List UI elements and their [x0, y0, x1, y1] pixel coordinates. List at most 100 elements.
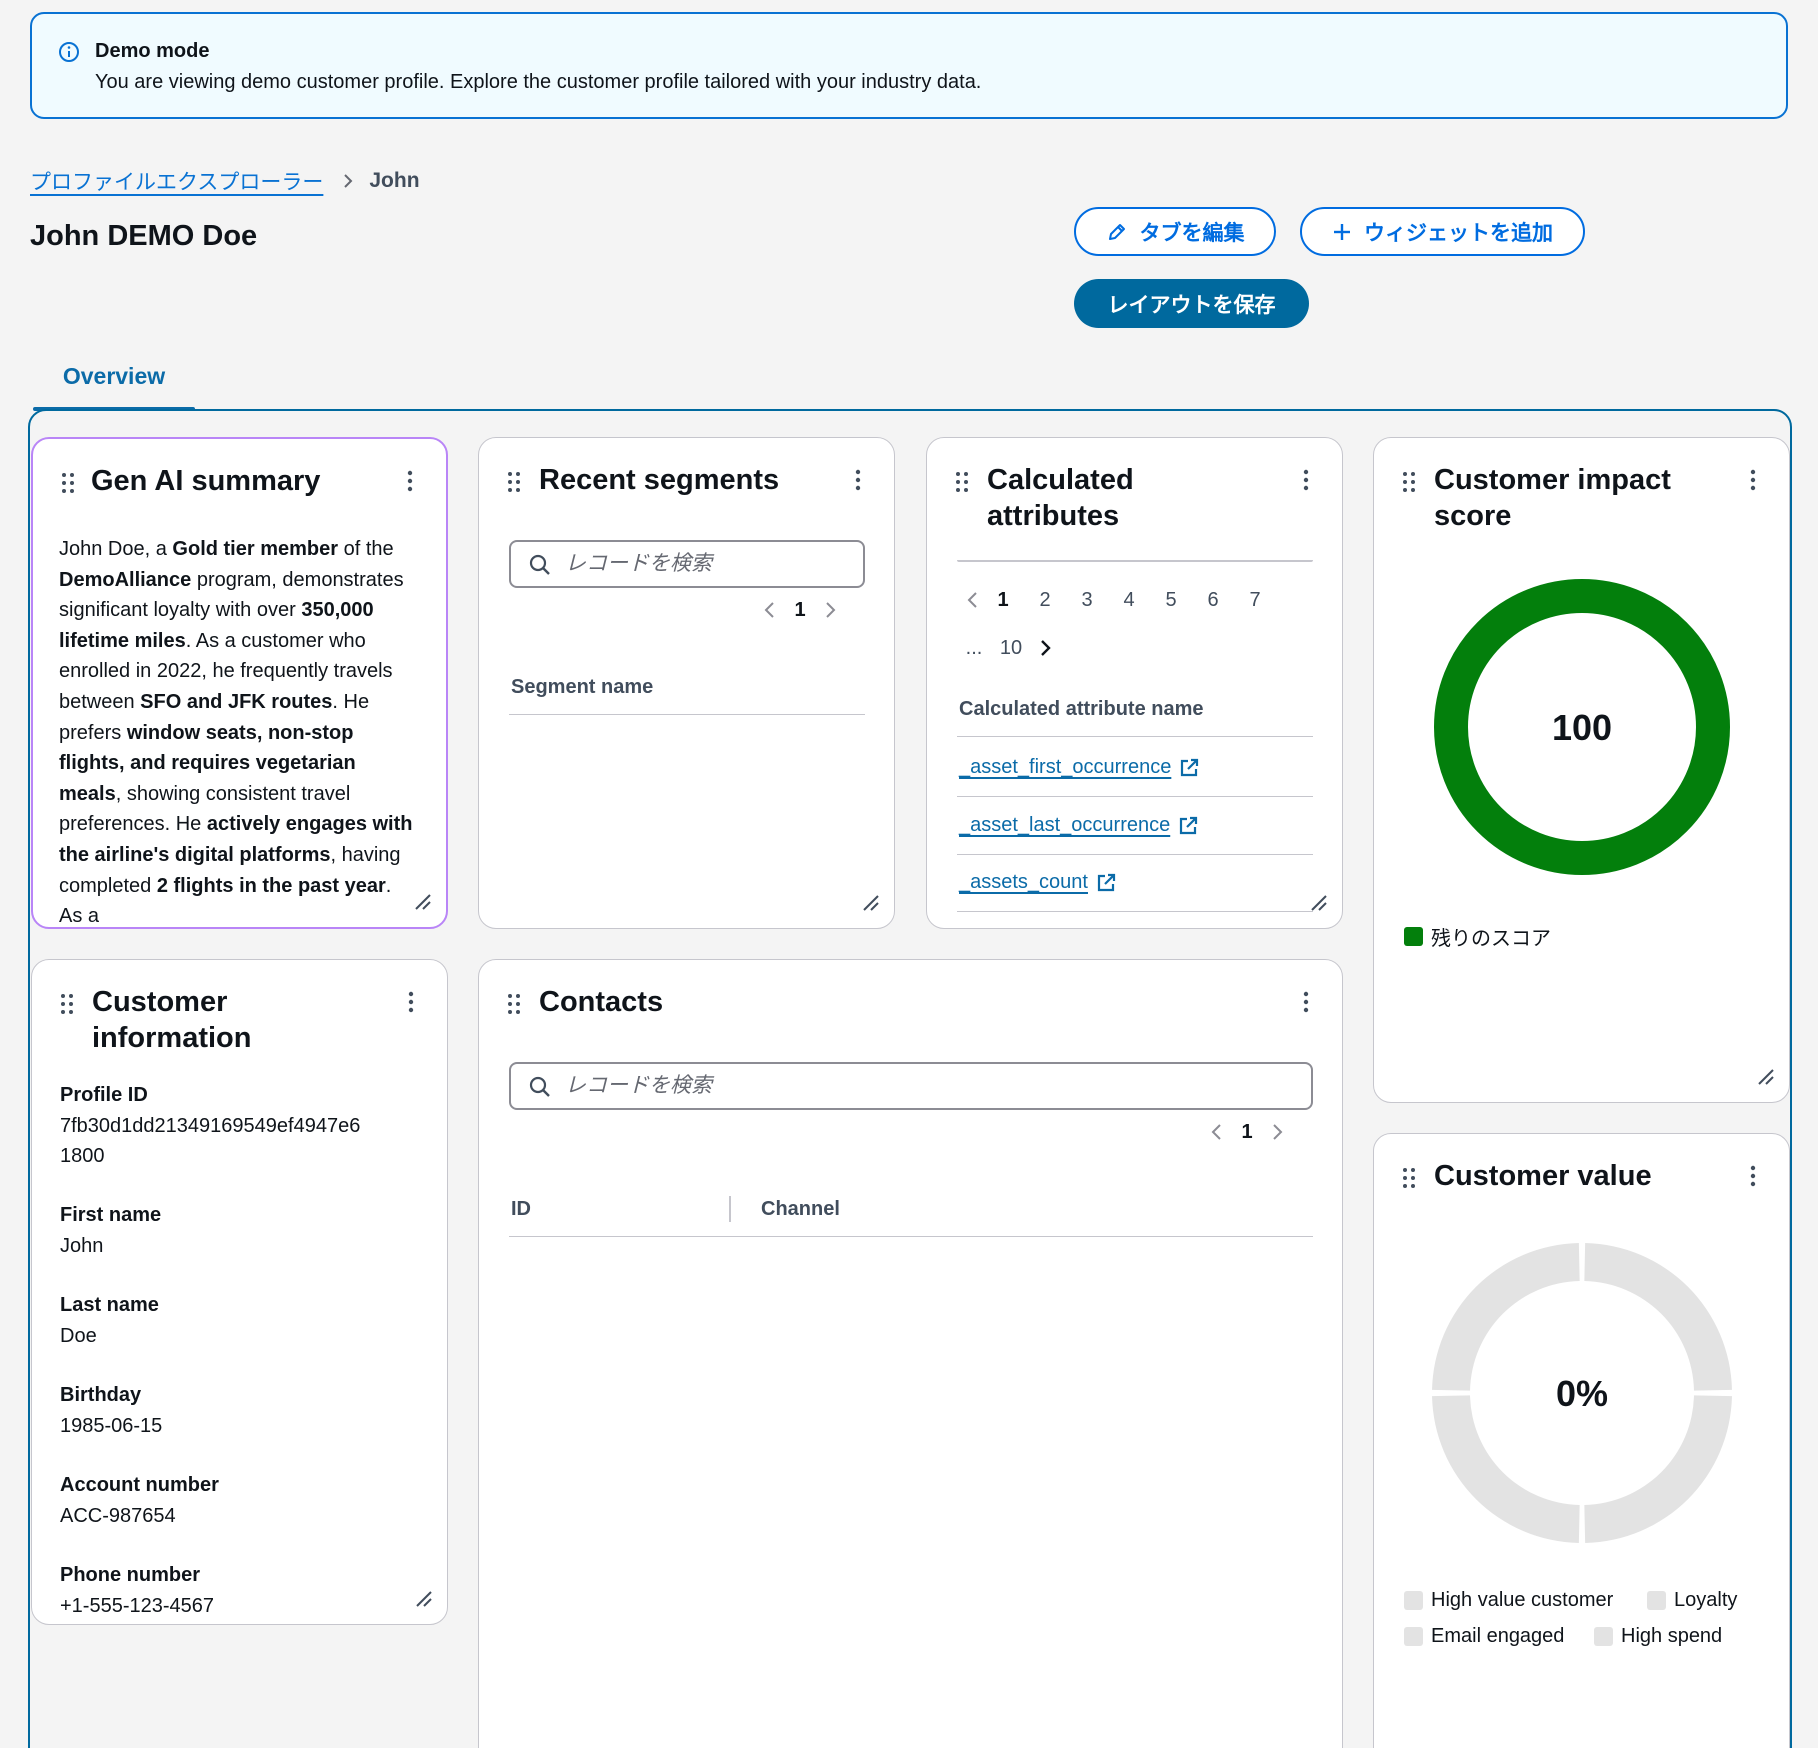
- chevron-left-icon[interactable]: [962, 588, 982, 612]
- page-number[interactable]: 6: [1192, 589, 1234, 612]
- page-number[interactable]: 4: [1108, 589, 1150, 612]
- legend-label: High value customer: [1431, 1589, 1614, 1611]
- page-number[interactable]: 2: [1024, 589, 1066, 612]
- banner-text: You are viewing demo customer profile. E…: [95, 71, 982, 93]
- column-header-id[interactable]: ID: [511, 1198, 531, 1221]
- drag-handle-icon[interactable]: [60, 993, 74, 1015]
- divider: [957, 736, 1313, 737]
- resize-handle-icon[interactable]: [1757, 1068, 1775, 1086]
- field-label: Profile ID: [60, 1084, 148, 1106]
- page-number[interactable]: 3: [1066, 589, 1108, 612]
- field-value: ACC-987654: [60, 1505, 176, 1527]
- tab-overview[interactable]: Overview: [33, 363, 195, 411]
- drag-handle-icon[interactable]: [507, 993, 521, 1015]
- column-header-segment-name[interactable]: Segment name: [511, 676, 653, 699]
- more-actions-icon[interactable]: [1303, 469, 1309, 491]
- page-number[interactable]: 1: [982, 589, 1024, 612]
- donut-segment: [1432, 1243, 1580, 1391]
- chevron-left-icon[interactable]: [1206, 1120, 1226, 1144]
- breadcrumb-profile-explorer[interactable]: プロファイルエクスプローラー: [30, 166, 323, 196]
- column-divider: [729, 1196, 731, 1222]
- chevron-left-icon[interactable]: [759, 598, 779, 622]
- page-number[interactable]: 7: [1234, 589, 1276, 612]
- more-actions-icon[interactable]: [1750, 469, 1756, 491]
- info-circle-icon: [59, 42, 79, 62]
- legend-label: High spend: [1621, 1625, 1723, 1647]
- customer-value-donut: 0%: [1432, 1243, 1732, 1543]
- field-value: +1-555-123-4567: [60, 1595, 215, 1617]
- column-header-attribute-name[interactable]: Calculated attribute name: [959, 698, 1204, 721]
- contacts-widget: Contacts 1 ID Channel: [478, 959, 1343, 1748]
- genai-summary-widget: Gen AI summary John Doe, a Gold tier mem…: [31, 437, 448, 929]
- add-widget-label: ウィジェットを追加: [1364, 221, 1553, 245]
- external-link-icon: [1180, 816, 1198, 834]
- summary-text: John Doe, a: [59, 538, 173, 560]
- widget-title: Contacts: [539, 986, 664, 1018]
- field-label: Account number: [60, 1474, 219, 1496]
- more-actions-icon[interactable]: [855, 469, 861, 491]
- donut-segment: [1432, 1395, 1580, 1543]
- more-actions-icon[interactable]: [407, 470, 413, 492]
- page-number[interactable]: 5: [1150, 589, 1192, 612]
- resize-handle-icon[interactable]: [1310, 894, 1328, 912]
- breadcrumb: プロファイルエクスプローラー John: [30, 166, 420, 196]
- recent-segments-widget: Recent segments 1 Segment name: [478, 437, 895, 929]
- more-actions-icon[interactable]: [1750, 1165, 1756, 1187]
- donut-segment: [1584, 1395, 1732, 1543]
- more-actions-icon[interactable]: [408, 991, 414, 1013]
- search-input[interactable]: [565, 548, 851, 580]
- chevron-right-icon[interactable]: [1036, 636, 1056, 660]
- summary-highlight: 2 flights in the past year: [156, 874, 386, 897]
- legend-swatch: [1647, 1591, 1666, 1610]
- page-ellipsis: ...: [965, 636, 983, 659]
- edit-tabs-button[interactable]: タブを編集: [1074, 207, 1276, 256]
- legend-swatch: [1404, 1591, 1423, 1610]
- drag-handle-icon[interactable]: [1402, 1167, 1416, 1189]
- field-value: 1985-06-15: [60, 1415, 163, 1437]
- drag-handle-icon[interactable]: [1402, 471, 1416, 493]
- chevron-right-icon[interactable]: [821, 598, 841, 622]
- attribute-link[interactable]: _asset_last_occurrence: [959, 814, 1198, 837]
- search-input[interactable]: [565, 1070, 1299, 1102]
- attribute-link[interactable]: _asset_first_occurrence: [959, 756, 1199, 779]
- legend-label: Email engaged: [1431, 1625, 1565, 1647]
- customer-value-widget: Customer value 0% High value customer Lo…: [1373, 1133, 1790, 1748]
- resize-handle-icon[interactable]: [414, 893, 432, 911]
- attribute-name: _asset_first_occurrence: [959, 756, 1172, 778]
- divider: [957, 796, 1313, 797]
- pagination: 1: [1206, 1120, 1288, 1144]
- resize-handle-icon[interactable]: [862, 894, 880, 912]
- page-title: John DEMO Doe: [30, 220, 258, 252]
- divider: [957, 854, 1313, 855]
- page-number[interactable]: 10: [986, 637, 1036, 660]
- legend-item: Email engaged: [1404, 1625, 1564, 1648]
- customer-impact-score-widget: Customer impact score 100 残りのスコア: [1373, 437, 1790, 1103]
- legend-swatch: [1404, 1627, 1423, 1646]
- field-value: Doe: [60, 1325, 97, 1347]
- save-layout-button[interactable]: レイアウトを保存: [1074, 279, 1309, 328]
- external-link-icon: [1097, 873, 1116, 891]
- resize-handle-icon[interactable]: [415, 1590, 433, 1608]
- genai-summary-text: John Doe, a Gold tier member of the Demo…: [59, 534, 419, 927]
- widget-title: Calculated attributes: [987, 464, 1134, 532]
- widget-title: Customer value: [1434, 1160, 1652, 1192]
- summary-highlight: DemoAlliance: [59, 568, 192, 591]
- impact-score-donut: 100: [1434, 579, 1730, 875]
- attribute-link[interactable]: _assets_count: [959, 871, 1116, 894]
- page-number[interactable]: 1: [1226, 1121, 1268, 1144]
- widget-title: Recent segments: [539, 464, 780, 496]
- more-actions-icon[interactable]: [1303, 991, 1309, 1013]
- column-header-channel[interactable]: Channel: [761, 1198, 840, 1221]
- drag-handle-icon[interactable]: [955, 471, 969, 493]
- legend-item: Loyalty: [1647, 1589, 1737, 1612]
- drag-handle-icon[interactable]: [61, 472, 75, 494]
- donut-segment: [1584, 1243, 1732, 1391]
- drag-handle-icon[interactable]: [507, 471, 521, 493]
- chevron-right-icon[interactable]: [1268, 1120, 1288, 1144]
- widget-title: Gen AI summary: [91, 465, 321, 497]
- legend-swatch: [1404, 927, 1423, 946]
- page-number[interactable]: 1: [779, 599, 821, 622]
- add-widget-button[interactable]: ウィジェットを追加: [1300, 207, 1585, 256]
- field-value: John: [60, 1235, 104, 1257]
- summary-text: of the: [338, 538, 394, 560]
